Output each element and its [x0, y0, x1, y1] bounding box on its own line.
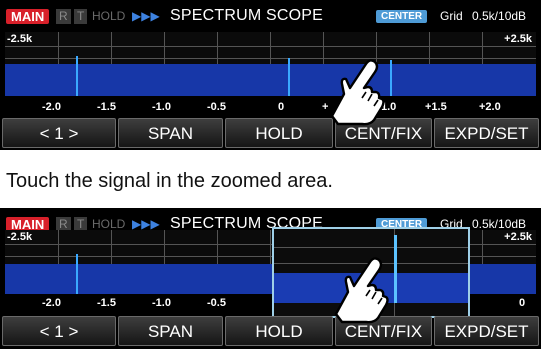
instruction-caption: Touch the signal in the zoomed area. — [6, 170, 333, 192]
edge-label-left: -2.5k — [7, 33, 33, 45]
axis-tick-label: +2.0 — [479, 101, 501, 113]
axis-tick-label: -1.5 — [97, 101, 116, 113]
axis-tick-label: -0.5 — [207, 101, 226, 113]
edge-label-right: +2.5k — [504, 33, 532, 45]
r-badge: R — [56, 9, 71, 24]
arrows-icon: ▶▶▶ — [132, 9, 160, 23]
function-button-row: < 1 > SPAN HOLD CENT/FIX EXPD/SET — [0, 316, 541, 348]
edge-label-left: -2.5k — [7, 231, 33, 243]
signal-peak — [390, 60, 392, 96]
axis-tick-label: +1.5 — [425, 101, 447, 113]
axis-tick-label: 0 — [278, 101, 285, 113]
signal-peak — [76, 56, 78, 96]
waterfall-band — [5, 64, 536, 96]
function-button-row: < 1 > SPAN HOLD CENT/FIX EXPD/SET — [0, 118, 541, 150]
axis-tick-label: -1.0 — [152, 101, 171, 113]
axis-tick-label: -2.0 — [42, 101, 61, 113]
scope-header: MAIN R T HOLD ▶▶▶ SPECTRUM SCOPE CENTER … — [0, 0, 541, 24]
t-badge: T — [74, 9, 88, 24]
signal-peak — [288, 58, 290, 96]
axis-tick-label: -1.0 — [152, 297, 171, 309]
hold-button[interactable]: HOLD — [225, 316, 333, 346]
signal-peak — [76, 254, 78, 294]
spectrum-scope-panel-top: MAIN R T HOLD ▶▶▶ SPECTRUM SCOPE CENTER … — [0, 0, 541, 150]
axis-tick-label: -0.5 — [207, 297, 226, 309]
axis-tick-label: -1.5 — [97, 297, 116, 309]
touch-hand-icon — [330, 59, 385, 126]
span-button[interactable]: SPAN — [118, 316, 223, 346]
hold-indicator: HOLD — [92, 9, 126, 23]
hold-button[interactable]: HOLD — [225, 118, 333, 148]
scope-title: SPECTRUM SCOPE — [170, 7, 324, 24]
expd-set-button[interactable]: EXPD/SET — [434, 118, 539, 148]
span-readout: 0.5k/10dB — [472, 9, 527, 23]
spectrum-display[interactable]: -2.5k +2.5k — [5, 32, 536, 96]
span-button[interactable]: SPAN — [118, 118, 223, 148]
zoomed-signal-peak[interactable] — [394, 235, 397, 303]
spectrum-scope-panel-bottom: MAIN R T HOLD ▶▶▶ SPECTRUM SCOPE CENTER … — [0, 208, 541, 349]
edge-label-right: +2.5k — [504, 231, 532, 243]
axis-tick-label: -2.0 — [42, 297, 61, 309]
touch-hand-icon — [334, 257, 389, 324]
frequency-axis: -2.0 -1.5 -1.0 -0.5 0 + 1.0 +1.5 +2.0 — [0, 100, 541, 116]
expd-set-button[interactable]: EXPD/SET — [434, 316, 539, 346]
axis-tick-label: 0 — [519, 297, 526, 309]
scope-select-button[interactable]: < 1 > — [2, 316, 116, 346]
center-mode-badge: CENTER — [376, 10, 428, 23]
scope-select-button[interactable]: < 1 > — [2, 118, 116, 148]
main-badge: MAIN — [6, 9, 50, 24]
grid-label: Grid — [440, 9, 463, 23]
